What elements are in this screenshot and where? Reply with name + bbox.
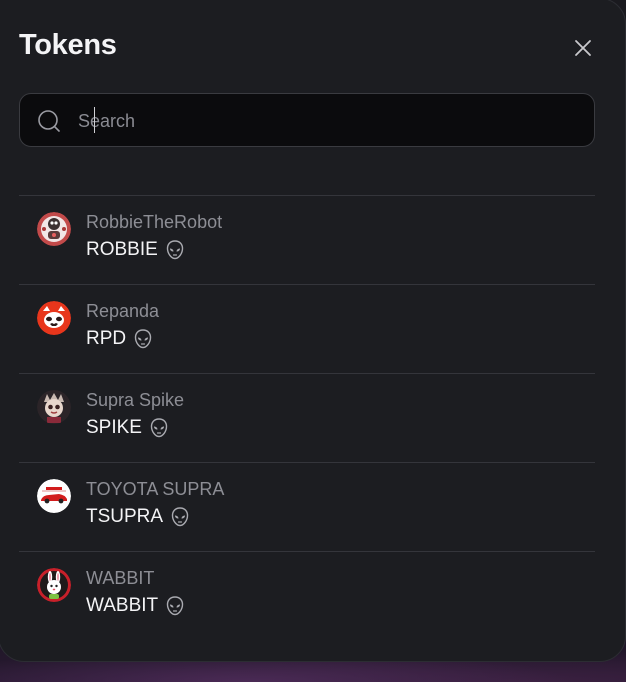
alien-icon xyxy=(150,418,168,438)
red-panda-avatar-icon xyxy=(37,301,71,335)
search-icon xyxy=(38,110,60,132)
token-symbol: SPIKE xyxy=(86,417,142,438)
token-name: RobbieTheRobot xyxy=(86,212,223,232)
token-row-wabbit[interactable]: WABBIT WABBIT xyxy=(19,551,595,640)
alien-icon xyxy=(171,507,189,527)
token-symbol-row: TSUPRA xyxy=(86,506,189,528)
token-name: WABBIT xyxy=(86,568,155,588)
alien-icon xyxy=(134,329,152,349)
token-symbol: RPD xyxy=(86,328,127,349)
token-symbol-row: SPIKE xyxy=(86,417,168,439)
token-symbol-row: ROBBIE xyxy=(86,239,184,261)
token-name: TOYOTA SUPRA xyxy=(86,479,225,499)
token-symbol: WABBIT xyxy=(86,595,159,616)
supra-car-avatar-icon xyxy=(37,479,71,513)
token-row-tsupra[interactable]: TOYOTA SUPRA TSUPRA xyxy=(19,462,595,551)
search-box[interactable] xyxy=(19,93,595,147)
token-row-robbie[interactable]: RobbieTheRobot ROBBIE xyxy=(19,195,595,284)
robot-avatar-icon xyxy=(37,212,71,246)
alien-icon xyxy=(166,596,184,616)
tokens-modal: Tokens Search RobbieTheRobot ROBBIE Repa… xyxy=(0,0,626,662)
alien-icon xyxy=(166,240,184,260)
token-symbol: TSUPRA xyxy=(86,506,164,527)
text-caret xyxy=(94,107,95,133)
token-symbol-row: WABBIT xyxy=(86,595,184,617)
search-input[interactable] xyxy=(76,104,560,138)
close-icon xyxy=(575,40,591,56)
token-name: Supra Spike xyxy=(86,390,185,410)
spike-avatar-icon xyxy=(37,390,71,424)
token-row-spike[interactable]: Supra Spike SPIKE xyxy=(19,373,595,462)
token-list: RobbieTheRobot ROBBIE Repanda RPD Supra … xyxy=(19,195,595,640)
token-symbol-row: RPD xyxy=(86,328,152,350)
rabbit-avatar-icon xyxy=(37,568,71,602)
modal-title: Tokens xyxy=(19,29,117,61)
token-row-repanda[interactable]: Repanda RPD xyxy=(19,284,595,373)
close-button[interactable] xyxy=(571,36,595,60)
token-name: Repanda xyxy=(86,301,160,321)
token-symbol: ROBBIE xyxy=(86,239,158,260)
